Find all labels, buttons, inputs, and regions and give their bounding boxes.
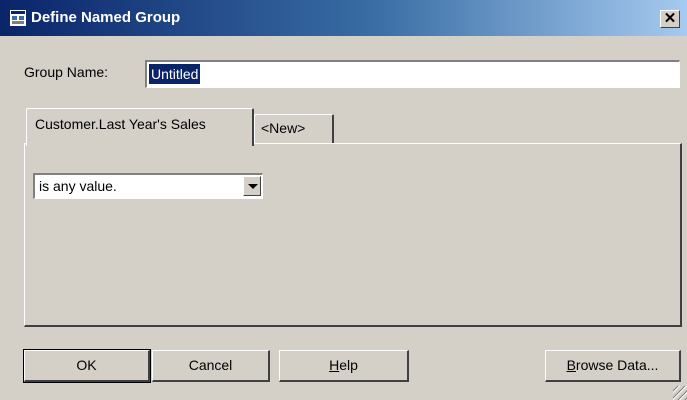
browse-data-button[interactable]: Browse Data... xyxy=(545,350,681,382)
condition-dropdown[interactable]: is any value. xyxy=(33,173,263,199)
tab-new[interactable]: <New> xyxy=(254,114,334,144)
close-icon: ✕ xyxy=(663,10,677,27)
browse-accel: B xyxy=(566,357,576,373)
tab-label: <New> xyxy=(261,120,306,136)
ok-button[interactable]: OK xyxy=(23,349,151,383)
condition-value: is any value. xyxy=(39,178,117,194)
help-button[interactable]: Help xyxy=(279,350,409,382)
cancel-button[interactable]: Cancel xyxy=(152,350,270,382)
chevron-down-icon[interactable] xyxy=(243,176,261,196)
group-name-input[interactable]: Untitled xyxy=(145,60,680,88)
help-label: elp xyxy=(339,357,358,373)
group-name-label: Group Name: xyxy=(24,64,109,80)
group-name-value: Untitled xyxy=(149,64,201,84)
app-window-icon xyxy=(10,10,26,26)
ok-label: OK xyxy=(76,357,97,373)
title-bar[interactable]: Define Named Group ✕ xyxy=(0,0,687,36)
tab-label: Customer.Last Year's Sales xyxy=(35,116,206,132)
tab-panel xyxy=(24,143,682,327)
browse-label: rowse Data... xyxy=(575,357,659,373)
resize-grip[interactable] xyxy=(673,386,687,400)
tab-customer-last-years-sales[interactable]: Customer.Last Year's Sales xyxy=(26,108,254,146)
help-accel: H xyxy=(329,357,340,373)
close-button[interactable]: ✕ xyxy=(660,10,680,28)
window-title: Define Named Group xyxy=(31,9,181,26)
cancel-label: Cancel xyxy=(188,357,233,373)
